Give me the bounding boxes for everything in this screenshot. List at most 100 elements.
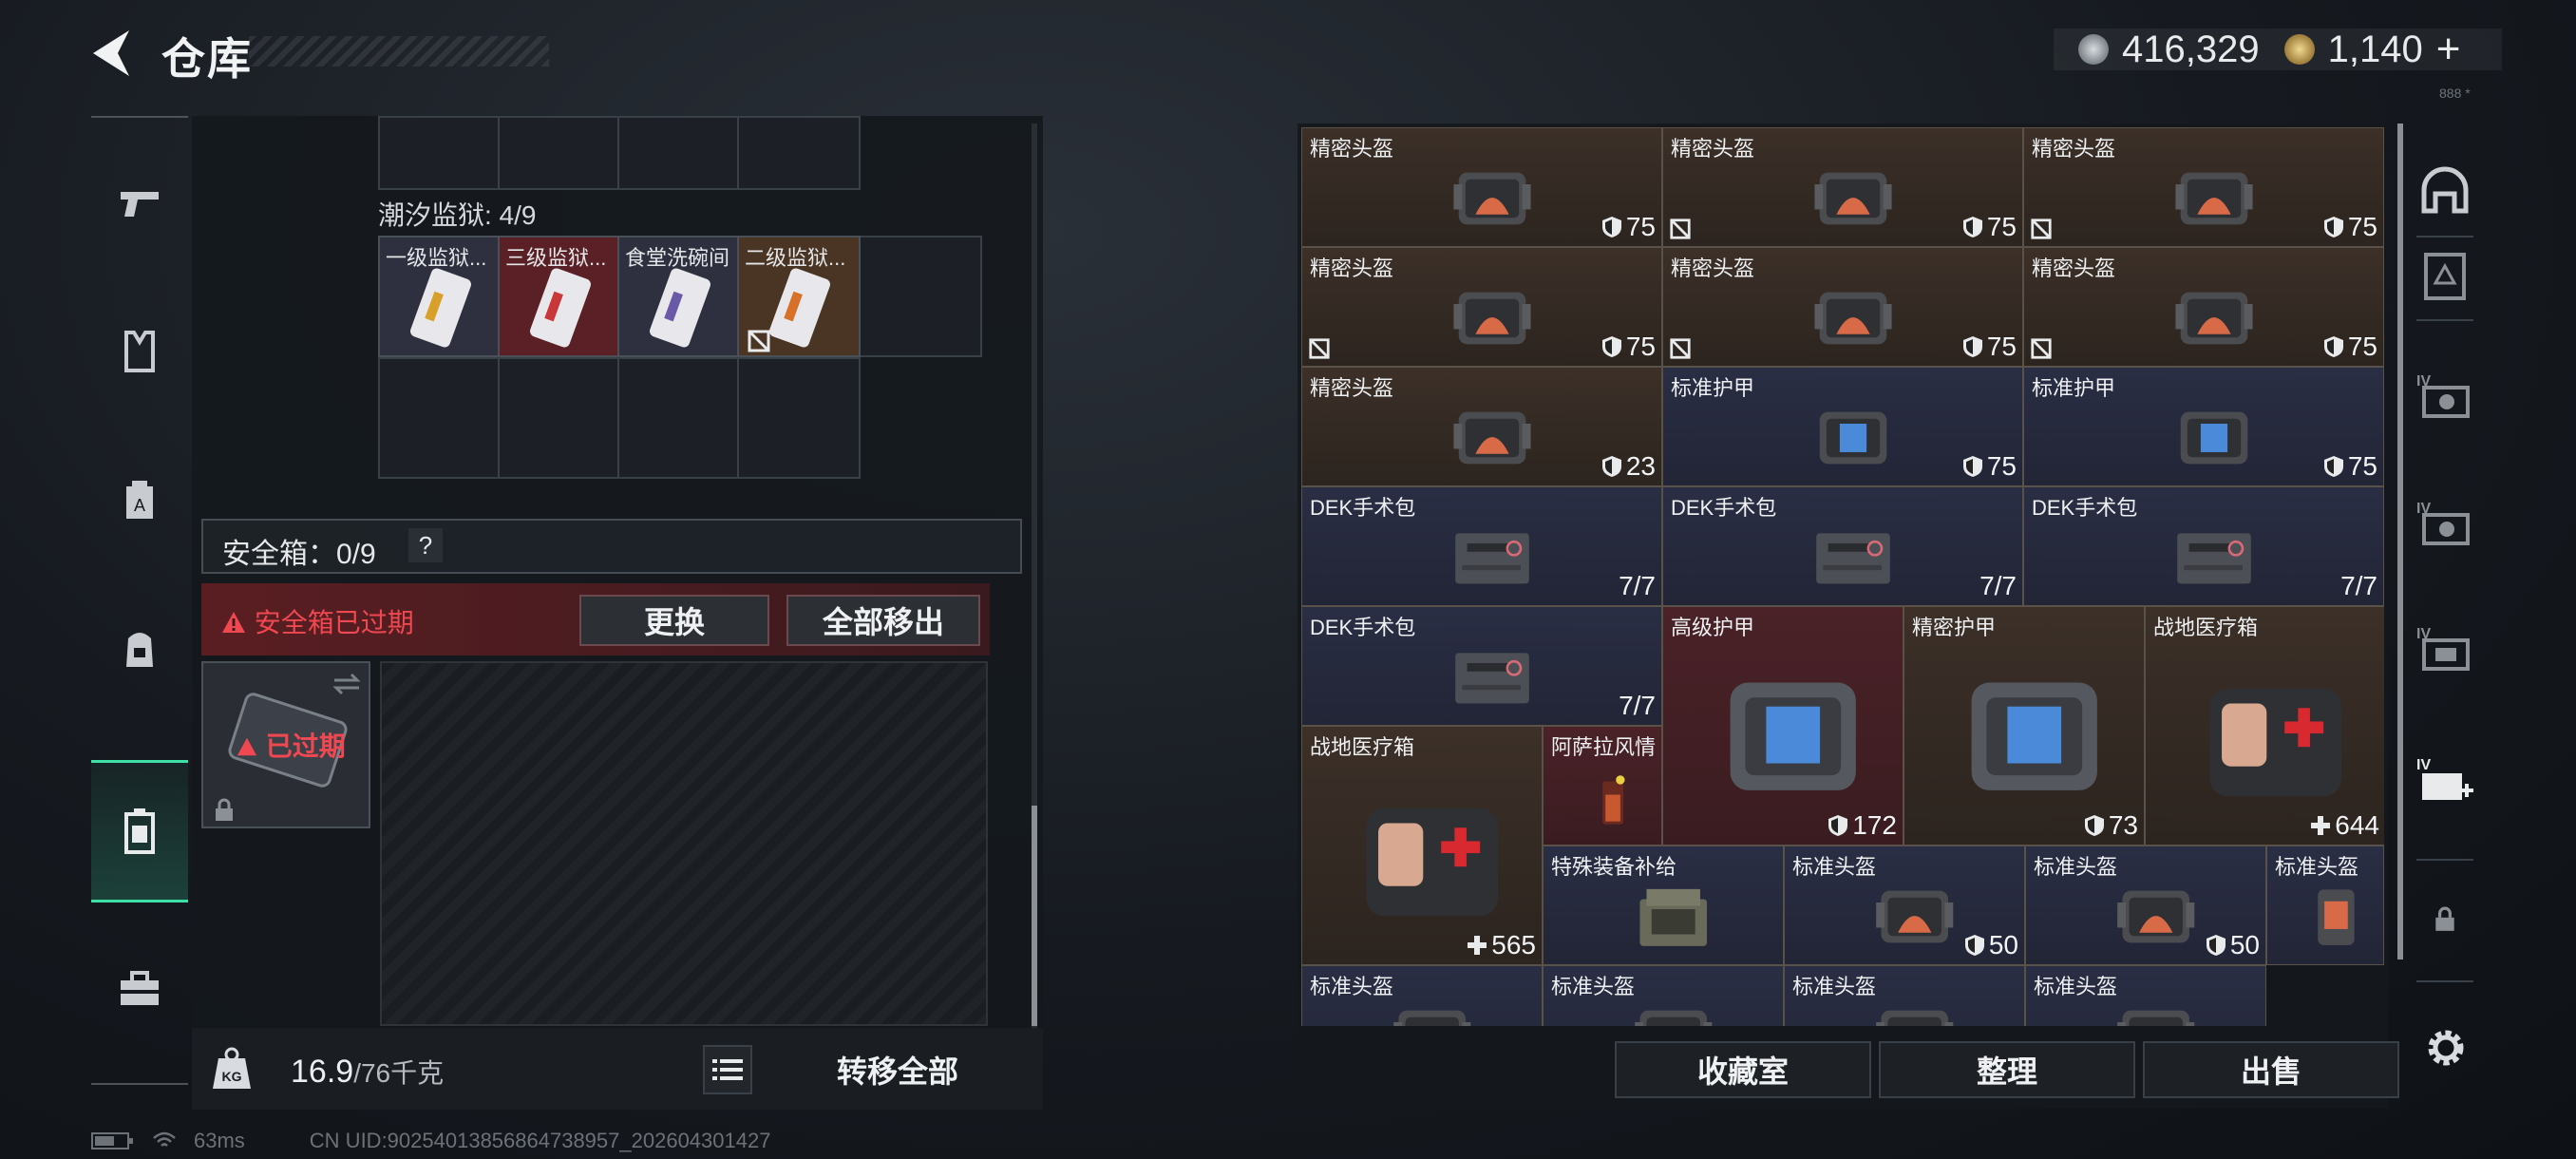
- item-durability: 73: [2084, 810, 2138, 841]
- item-value: 75: [1986, 451, 2017, 481]
- grid-cell[interactable]: [617, 357, 739, 479]
- shield-icon: [2323, 336, 2343, 357]
- rail-tools[interactable]: [91, 940, 188, 1036]
- rr-slot-7[interactable]: [2415, 889, 2475, 950]
- sort-button[interactable]: 整理: [1879, 1041, 2135, 1098]
- grid-cell[interactable]: [859, 236, 982, 357]
- warehouse-item[interactable]: 精密头盔 23: [1301, 367, 1662, 486]
- battery-icon: [91, 1132, 133, 1150]
- item-value: 75: [1625, 212, 1656, 241]
- expired-text-label: 安全箱已过期: [254, 608, 414, 637]
- safe-box-help-button[interactable]: ?: [408, 528, 443, 562]
- move-all-out-button[interactable]: 全部移出: [786, 595, 980, 646]
- grid-cell[interactable]: [737, 116, 861, 190]
- warehouse-item[interactable]: DEK手术包 7/7: [2023, 486, 2384, 606]
- lock-icon: [216, 798, 233, 821]
- rr-slot-5[interactable]: IV: [2415, 618, 2475, 678]
- tier-iv-slot-icon: IV: [2416, 373, 2470, 418]
- rail-weapons[interactable]: [91, 156, 188, 251]
- item-name: 标准护甲: [2032, 376, 2116, 400]
- keycard-item[interactable]: 二级监狱...: [737, 236, 861, 357]
- armor-icon: [2180, 411, 2248, 465]
- warehouse-item[interactable]: 精密头盔 75: [1662, 247, 2023, 367]
- rr-slot-1[interactable]: [2415, 162, 2475, 222]
- warehouse-item[interactable]: 战地医疗箱 644: [2145, 606, 2384, 846]
- item-value: 75: [2347, 332, 2377, 361]
- item-value: 23: [1625, 451, 1656, 481]
- grid-cell[interactable]: [737, 357, 861, 479]
- warehouse-item[interactable]: 精密头盔 75: [2023, 247, 2384, 367]
- warehouse-item[interactable]: 标准头盔: [1543, 965, 1784, 1026]
- warehouse-item[interactable]: 精密头盔 75: [1301, 127, 1662, 247]
- item-name: 标准头盔: [1310, 975, 1394, 998]
- surgery-kit-icon: [1816, 533, 1890, 584]
- grid-cell[interactable]: [498, 357, 619, 479]
- warehouse-item[interactable]: DEK手术包 7/7: [1662, 486, 2023, 606]
- warehouse-item[interactable]: 精密头盔 75: [2023, 127, 2384, 247]
- list-view-button[interactable]: [703, 1045, 752, 1094]
- rail-armor[interactable]: [91, 304, 188, 399]
- warehouse-item[interactable]: DEK手术包 7/7: [1301, 486, 1662, 606]
- item-name: 标准护甲: [1671, 376, 1755, 400]
- safe-box-grid-locked: [380, 661, 988, 1026]
- warehouse-item[interactable]: 阿萨拉风情: [1543, 726, 1662, 846]
- warehouse-item[interactable]: 标准头盔 50: [1784, 846, 2025, 965]
- warehouse-item[interactable]: 战地医疗箱 565: [1301, 726, 1543, 965]
- sell-button[interactable]: 出售: [2143, 1041, 2399, 1098]
- shield-icon: [1962, 336, 1982, 357]
- warehouse-item[interactable]: DEK手术包 7/7: [1301, 606, 1662, 726]
- shield-icon: [2084, 815, 2104, 836]
- item-value: 7/7: [1619, 691, 1656, 720]
- left-scrollbar-thumb[interactable]: [1032, 806, 1037, 1026]
- item-name: 战地医疗箱: [1310, 735, 1415, 759]
- replace-button[interactable]: 更换: [579, 595, 769, 646]
- warehouse-item[interactable]: 标准头盔: [2266, 846, 2384, 965]
- keycard-item[interactable]: 一级监狱...: [378, 236, 500, 357]
- warehouse-item[interactable]: 标准护甲 75: [2023, 367, 2384, 486]
- warehouse-item[interactable]: 标准头盔: [1784, 965, 2025, 1026]
- warehouse-item[interactable]: 标准头盔: [1301, 965, 1543, 1026]
- helmet-icon: [1453, 411, 1531, 465]
- collection-room-button[interactable]: 收藏室: [1615, 1041, 1871, 1098]
- rr-slot-6[interactable]: IV: [2415, 750, 2475, 811]
- keycard-item[interactable]: 食堂洗碗间: [617, 236, 739, 357]
- warehouse-item[interactable]: 高级护甲 172: [1662, 606, 1904, 846]
- rr-slot-2[interactable]: [2415, 245, 2475, 306]
- keycard-item[interactable]: 三级监狱...: [498, 236, 619, 357]
- med-box-icon: [1366, 808, 1499, 916]
- keycard-icon: [650, 268, 710, 348]
- warehouse-item[interactable]: 特殊装备补给: [1543, 846, 1784, 965]
- grid-cell[interactable]: [617, 116, 739, 190]
- grid-cell[interactable]: [498, 116, 619, 190]
- weight-current: 16.9: [291, 1054, 354, 1090]
- right-scrollbar[interactable]: [2397, 124, 2403, 960]
- armor-vest-icon: [1730, 682, 1857, 790]
- rr-slot-3[interactable]: IV: [2415, 365, 2475, 426]
- settings-gear-icon[interactable]: [2422, 1024, 2470, 1072]
- rr-slot-4[interactable]: IV: [2415, 492, 2475, 553]
- title-decoration: [249, 36, 549, 66]
- helmet-icon: [1453, 292, 1531, 345]
- warehouse-item[interactable]: 精密头盔 75: [1301, 247, 1662, 367]
- add-currency-button[interactable]: +: [2436, 26, 2461, 73]
- shield-icon: [1601, 217, 1621, 238]
- unmarked-icon: [2031, 218, 2052, 239]
- grid-cell[interactable]: [378, 357, 500, 479]
- grid-cell[interactable]: [378, 116, 500, 190]
- warehouse-item[interactable]: 精密护甲 73: [1904, 606, 2145, 846]
- warehouse-item[interactable]: 标准头盔: [2025, 965, 2266, 1026]
- gold-coin-icon: [2283, 34, 2315, 65]
- lock-icon: [2435, 906, 2454, 931]
- item-name: DEK手术包: [1671, 496, 1777, 520]
- rail-container[interactable]: A: [91, 452, 188, 547]
- item-name: 精密头盔: [1671, 137, 1755, 161]
- warehouse-item[interactable]: 标准头盔 50: [2025, 846, 2266, 965]
- item-name: 标准头盔: [2275, 855, 2359, 879]
- rail-safe[interactable]: [91, 760, 188, 902]
- warehouse-item[interactable]: 标准护甲 75: [1662, 367, 2023, 486]
- warehouse-item[interactable]: 精密头盔 75: [1662, 127, 2023, 247]
- prison-map-label: 潮汐监狱: 4/9: [378, 200, 537, 230]
- transfer-all-button[interactable]: 转移全部: [769, 1041, 1026, 1098]
- rail-backpack[interactable]: [91, 600, 188, 695]
- back-icon[interactable]: [87, 27, 133, 80]
